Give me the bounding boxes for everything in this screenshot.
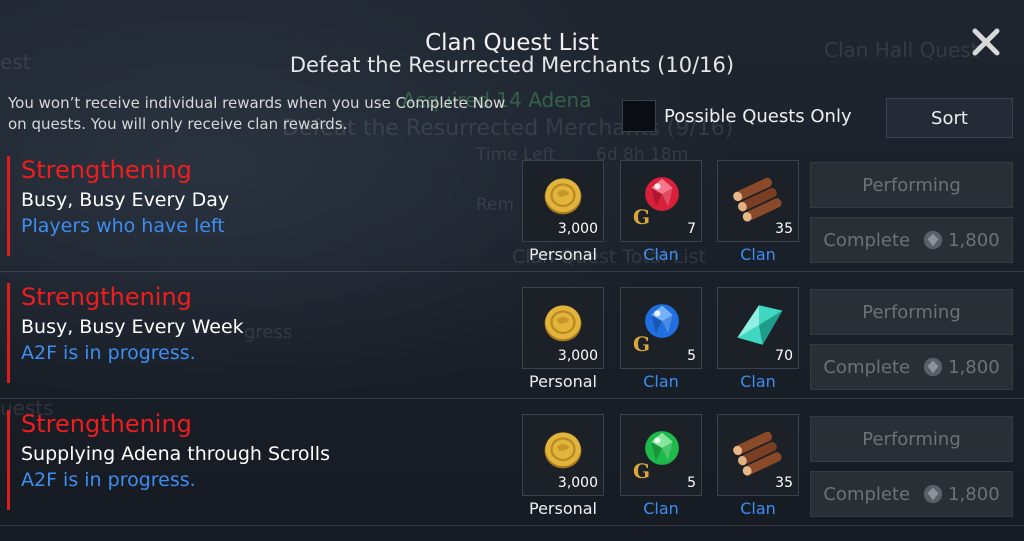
reward-scope-label: Clan [740, 499, 776, 518]
row-divider [0, 525, 1024, 526]
clan-gem-mark: G [633, 332, 651, 356]
row-divider [0, 398, 1024, 399]
quest-row: Strengthening Supplying Adena through Scr… [0, 404, 1024, 526]
notice-line: You won’t receive individual rewards whe… [8, 94, 506, 112]
complete-label: Complete [823, 356, 911, 378]
possible-quests-filter[interactable]: Possible Quests Only [622, 100, 852, 132]
reward-scope-label: Personal [528, 245, 597, 264]
performing-label: Performing [862, 428, 961, 450]
reward-quantity: 3,000 [557, 348, 598, 364]
reward-quantity: 70 [775, 348, 793, 364]
close-icon [972, 28, 1000, 56]
reward-slot[interactable]: G7 [620, 160, 702, 242]
performing-button[interactable]: Performing [810, 162, 1013, 208]
reward-scope-label: Clan [740, 372, 776, 391]
complete-label: Complete [823, 483, 911, 505]
complete-cost: 1,800 [948, 229, 1000, 251]
quest-category: Strengthening [21, 410, 192, 438]
diamond-currency-icon [923, 230, 943, 250]
reward-slot[interactable]: 35 [717, 160, 799, 242]
reward-scope-label: Clan [643, 245, 679, 264]
reward-quantity: 5 [687, 475, 696, 491]
reward-slot[interactable]: 3,000 [522, 287, 604, 369]
reward-slot[interactable]: 70 [717, 287, 799, 369]
reward-quantity: 3,000 [557, 221, 598, 237]
reward-quantity: 3,000 [557, 475, 598, 491]
possible-quests-checkbox[interactable] [622, 100, 656, 132]
quest-category: Strengthening [21, 283, 192, 311]
reward-quantity: 35 [775, 221, 793, 237]
quest-accent-bar [7, 410, 10, 510]
reward-scope-label: Clan [740, 245, 776, 264]
dialog-subtitle: Defeat the Resurrected Merchants (10/16) [289, 53, 735, 77]
reward-slot[interactable]: G5 [620, 287, 702, 369]
performing-button[interactable]: Performing [810, 289, 1013, 335]
complete-now-button[interactable]: Complete 1,800 [810, 471, 1013, 517]
reward-quantity: 7 [687, 221, 696, 237]
row-divider [0, 271, 1024, 272]
quest-accent-bar [7, 283, 10, 383]
quest-accent-bar [7, 156, 10, 256]
reward-notice: You won’t receive individual rewards whe… [8, 93, 608, 135]
clan-gem-mark: G [633, 205, 651, 229]
diamond-currency-icon [923, 484, 943, 504]
reward-scope-label: Clan [643, 499, 679, 518]
quest-status: A2F is in progress. [21, 469, 196, 491]
reward-slot[interactable]: 3,000 [522, 414, 604, 496]
complete-label: Complete [823, 229, 911, 251]
diamond-currency-icon [923, 357, 943, 377]
quest-row: Strengthening Busy, Busy Every Day Players… [0, 150, 1024, 272]
quest-category: Strengthening [21, 156, 192, 184]
reward-slot[interactable]: 35 [717, 414, 799, 496]
reward-scope-label: Personal [528, 499, 597, 518]
performing-label: Performing [862, 301, 961, 323]
clan-gem-mark: G [633, 459, 651, 483]
complete-now-button[interactable]: Complete 1,800 [810, 344, 1013, 390]
quest-status: A2F is in progress. [21, 342, 196, 364]
reward-quantity: 5 [687, 348, 696, 364]
quest-name: Supplying Adena through Scrolls [21, 443, 330, 465]
complete-cost: 1,800 [948, 483, 1000, 505]
quest-status: Players who have left [21, 215, 225, 237]
performing-label: Performing [862, 174, 961, 196]
quest-row: Strengthening Busy, Busy Every Week A2F is… [0, 277, 1024, 399]
complete-now-button[interactable]: Complete 1,800 [810, 217, 1013, 263]
notice-line: on quests. You will only receive clan re… [8, 115, 348, 133]
quest-name: Busy, Busy Every Week [21, 316, 244, 338]
reward-slot[interactable]: 3,000 [522, 160, 604, 242]
reward-quantity: 35 [775, 475, 793, 491]
reward-scope-label: Personal [528, 372, 597, 391]
close-button[interactable] [970, 26, 1002, 58]
complete-cost: 1,800 [948, 356, 1000, 378]
sort-button[interactable]: Sort [886, 98, 1013, 138]
reward-slot[interactable]: G5 [620, 414, 702, 496]
dialog-header: Clan Quest List Defeat the Resurrected M… [0, 0, 1024, 86]
possible-quests-label: Possible Quests Only [664, 105, 852, 127]
reward-scope-label: Clan [643, 372, 679, 391]
performing-button[interactable]: Performing [810, 416, 1013, 462]
quest-name: Busy, Busy Every Day [21, 189, 230, 211]
